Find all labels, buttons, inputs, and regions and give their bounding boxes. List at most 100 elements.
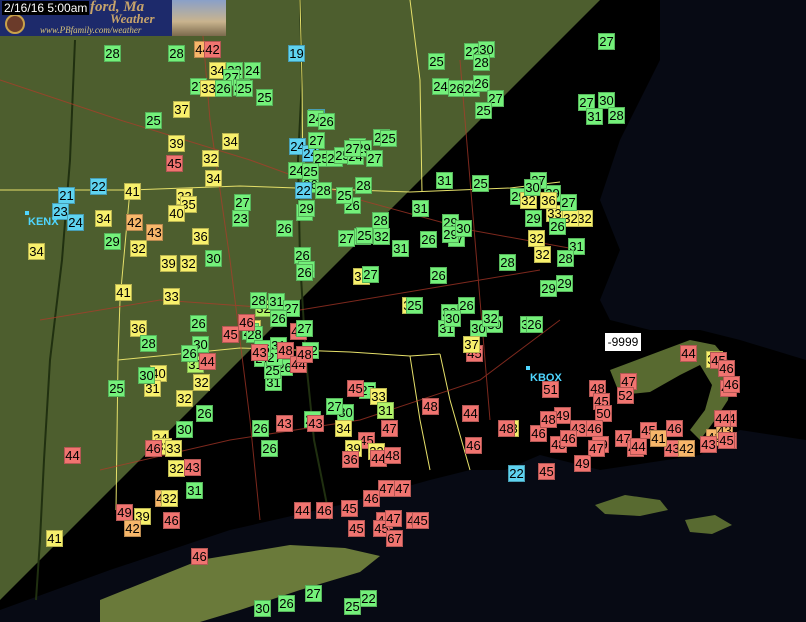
station-reading: 25 (336, 187, 353, 204)
station-reading: 45 (538, 463, 555, 480)
station-reading: 28 (250, 292, 267, 309)
station-reading: 30 (524, 179, 541, 196)
station-reading: 46 (560, 430, 577, 447)
station-reading: 29 (556, 275, 573, 292)
station-reading: 49 (116, 504, 133, 521)
station-reading: 25 (472, 175, 489, 192)
station-reading: 26 (261, 440, 278, 457)
station-reading: 32 (176, 390, 193, 407)
station-reading: 46 (238, 314, 255, 331)
station-reading: 25 (475, 102, 492, 119)
station-reading: 43 (276, 415, 293, 432)
station-reading: 26 (276, 220, 293, 237)
station-reading: 40 (168, 205, 185, 222)
station-reading: 26 (526, 316, 543, 333)
station-reading: 47 (385, 510, 402, 527)
station-reading: 33 (165, 440, 182, 457)
station-reading: 27 (344, 140, 361, 157)
station-reading: 44 (714, 410, 731, 427)
station-reading: 45 (718, 432, 735, 449)
station-reading: 24 (432, 78, 449, 95)
station-reading: 32 (534, 246, 551, 263)
station-reading: 27 (305, 585, 322, 602)
station-reading: 46 (363, 490, 380, 507)
station-reading: 34 (205, 170, 222, 187)
station-reading: 45 (222, 326, 239, 343)
station-reading: 30 (254, 600, 271, 617)
station-reading: 27 (338, 230, 355, 247)
station-reading: 43 (251, 344, 268, 361)
station-reading: 47 (381, 420, 398, 437)
station-reading: 39 (160, 255, 177, 272)
site-label-kbox: KBOX (530, 372, 562, 384)
station-reading: 32 (202, 150, 219, 167)
station-reading: 26 (278, 595, 295, 612)
station-reading: 45 (166, 155, 183, 172)
station-reading: 45 (348, 520, 365, 537)
station-reading: 25 (145, 112, 162, 129)
station-reading: 28 (168, 45, 185, 62)
station-reading: 43 (146, 224, 163, 241)
station-reading: 27 (234, 194, 251, 211)
station-reading: 41 (650, 430, 667, 447)
station-reading: 46 (191, 548, 208, 565)
timestamp: 2/16/16 5:00am (2, 1, 90, 15)
station-reading: 25 (406, 297, 423, 314)
station-reading: 32 (482, 310, 499, 327)
station-reading: 25 (108, 380, 125, 397)
station-reading: 42 (124, 520, 141, 537)
station-reading: 30 (444, 310, 461, 327)
station-reading: 22 (295, 182, 312, 199)
station-reading: 26 (270, 310, 287, 327)
station-reading: 25 (344, 598, 361, 615)
station-reading: 32 (168, 460, 185, 477)
station-reading: 41 (124, 183, 141, 200)
station-reading: 30 (455, 220, 472, 237)
station-reading: 47 (394, 480, 411, 497)
station-reading: 25 (236, 80, 253, 97)
station-reading: 45 (412, 512, 429, 529)
station-reading: 36 (192, 228, 209, 245)
station-reading: 37 (173, 101, 190, 118)
station-reading: 24 (244, 62, 261, 79)
station-reading: 32 (180, 255, 197, 272)
station-reading: 22 (90, 178, 107, 195)
station-reading: 29 (298, 200, 315, 217)
station-reading: 48 (498, 420, 515, 437)
station-reading: 45 (341, 500, 358, 517)
station-reading: 43 (184, 459, 201, 476)
station-reading: 28 (372, 212, 389, 229)
station-reading: 31 (377, 402, 394, 419)
station-reading: 32 (373, 228, 390, 245)
station-reading: 67 (386, 530, 403, 547)
station-reading: 44 (680, 345, 697, 362)
station-reading: 45 (347, 380, 364, 397)
station-reading: 39 (168, 135, 185, 152)
station-reading: 44 (199, 353, 216, 370)
station-reading: 48 (296, 346, 313, 363)
station-reading: 26 (252, 420, 269, 437)
station-reading: 46 (316, 502, 333, 519)
station-reading: 28 (608, 107, 625, 124)
station-reading: 31 (586, 108, 603, 125)
kbox-marker (526, 366, 530, 370)
station-reading: 46 (163, 512, 180, 529)
station-reading: 49 (574, 455, 591, 472)
station-reading: 26 (215, 80, 232, 97)
station-reading: 34 (335, 420, 352, 437)
station-reading: 27 (308, 132, 325, 149)
station-reading: 27 (326, 398, 343, 415)
station-reading: 27 (366, 150, 383, 167)
station-reading: 28 (140, 335, 157, 352)
station-reading: 27 (362, 266, 379, 283)
station-reading: 26 (318, 113, 335, 130)
station-reading: 36 (540, 192, 557, 209)
station-reading: 29 (104, 233, 121, 250)
brand-url: www.PBfamily.com/weather (40, 25, 142, 35)
station-reading: 25 (256, 89, 273, 106)
station-reading: 25 (356, 227, 373, 244)
station-reading: 27 (296, 320, 313, 337)
station-reading: 30 (205, 250, 222, 267)
station-reading: 30 (138, 367, 155, 384)
station-reading: 34 (95, 210, 112, 227)
